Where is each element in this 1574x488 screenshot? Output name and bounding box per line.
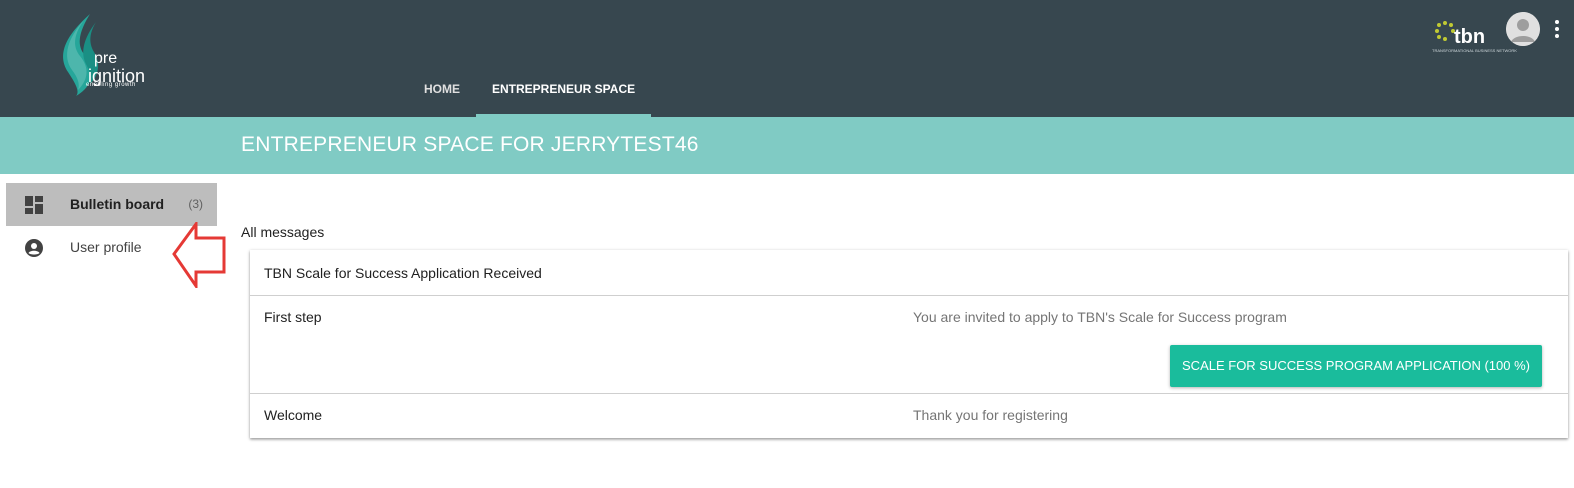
main-nav-tabs: HOME ENTREPRENEUR SPACE xyxy=(408,64,652,117)
message-body: Thank you for registering xyxy=(913,407,1068,423)
message-title: Welcome xyxy=(264,407,323,423)
tab-home[interactable]: HOME xyxy=(408,64,476,117)
account-circle-icon xyxy=(25,239,43,257)
message-title: TBN Scale for Success Application Receiv… xyxy=(264,265,542,281)
message-title: First step xyxy=(264,309,322,325)
message-body: You are invited to apply to TBN's Scale … xyxy=(913,309,1287,325)
message-row[interactable]: Welcome Thank you for registering xyxy=(250,394,1568,438)
more-vert-icon[interactable] xyxy=(1552,18,1562,40)
page-title-band: ENTREPRENEUR SPACE FOR JERRYTEST46 xyxy=(0,117,1574,174)
message-row[interactable]: First step You are invited to apply to T… xyxy=(250,296,1568,394)
red-annotation-arrow-icon xyxy=(172,222,226,288)
tbn-wordmark: tbn xyxy=(1454,26,1486,48)
sidebar-item-label: User profile xyxy=(70,239,142,255)
tbn-partner-logo[interactable]: tbn TRANSFORMATIONAL BUSINESS NETWORK xyxy=(1432,18,1517,54)
preignition-logo[interactable]: pre ignition enabling growth xyxy=(50,12,150,98)
dashboard-icon xyxy=(25,196,43,214)
avatar-icon xyxy=(1506,12,1540,46)
sidebar-item-label: Bulletin board xyxy=(70,196,165,212)
logo-tagline: enabling growth xyxy=(86,82,136,88)
section-title: All messages xyxy=(241,224,325,240)
sidebar-item-bulletin-board[interactable]: Bulletin board (3) xyxy=(6,183,217,226)
user-avatar[interactable] xyxy=(1506,12,1540,46)
messages-card: TBN Scale for Success Application Receiv… xyxy=(250,250,1568,438)
dots-ring-icon xyxy=(1435,21,1455,41)
page: pre ignition enabling growth HOME ENTREP… xyxy=(0,0,1574,488)
page-title: ENTREPRENEUR SPACE FOR JERRYTEST46 xyxy=(241,133,699,156)
tbn-tagline: TRANSFORMATIONAL BUSINESS NETWORK xyxy=(1432,48,1517,53)
sidebar-item-count: (3) xyxy=(188,197,203,211)
program-application-button[interactable]: SCALE FOR SUCCESS PROGRAM APPLICATION (1… xyxy=(1170,345,1542,387)
message-row[interactable]: TBN Scale for Success Application Receiv… xyxy=(250,250,1568,296)
top-app-bar: pre ignition enabling growth HOME ENTREP… xyxy=(0,0,1574,117)
tab-entrepreneur-space[interactable]: ENTREPRENEUR SPACE xyxy=(476,64,652,117)
